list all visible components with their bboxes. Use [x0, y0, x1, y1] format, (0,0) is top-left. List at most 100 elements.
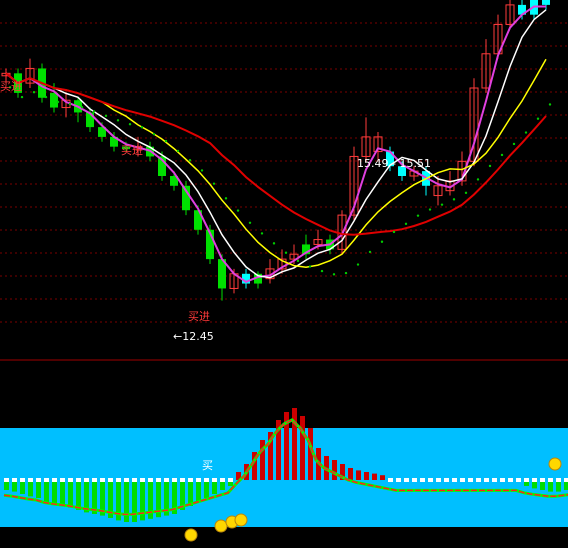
trail-dot	[56, 100, 60, 104]
ma-red-line	[5, 72, 547, 236]
indicator-bar-zero	[476, 478, 481, 482]
trail-dot	[128, 123, 132, 126]
indicator-bar-zero	[532, 478, 537, 482]
indicator-bar-pos	[332, 460, 337, 480]
trail-dot	[200, 169, 204, 172]
indicator-bar-zero	[444, 478, 449, 482]
indicator-bar-zero	[228, 478, 233, 482]
indicator-bar-zero	[412, 478, 417, 482]
buy-label: 买进	[121, 144, 143, 157]
indicator-bar-neg	[20, 482, 25, 494]
trail-dot	[380, 240, 384, 243]
indicator-bar-zero	[188, 478, 193, 482]
indicator-bar-zero	[92, 478, 97, 482]
indicator-bar-zero	[460, 478, 465, 482]
indicator-bar-zero	[172, 478, 177, 482]
trail-dot	[284, 251, 288, 254]
top-left-buy-label: 买进	[0, 80, 22, 93]
ma-magenta-line	[5, 5, 546, 284]
indicator-bar-pos	[380, 475, 385, 480]
indicator-bar-pos	[364, 472, 369, 480]
trail-dot	[140, 126, 144, 129]
low-price-label: ←12.45	[173, 330, 214, 343]
indicator-bar-zero	[148, 478, 153, 482]
indicator-bar-neg	[4, 482, 9, 490]
indicator-bar-zero	[548, 478, 553, 482]
trail-dot	[428, 208, 432, 211]
indicator-bar-pos	[348, 468, 353, 480]
range-label: 15.49 - 15.51	[357, 157, 431, 170]
indicator-bar-neg	[44, 482, 49, 502]
trail-dot	[332, 273, 336, 276]
indicator-bar-neg	[132, 482, 137, 522]
indicator-bar-neg	[548, 482, 553, 492]
indicator-bar-zero	[420, 478, 425, 482]
trail-dot	[356, 263, 360, 266]
indicator-bar-zero	[180, 478, 185, 482]
indicator-bar-neg	[212, 482, 217, 494]
trail-dot	[416, 214, 420, 217]
trail-dot	[104, 114, 108, 118]
indicator-bar-neg	[76, 482, 81, 510]
indicator-bar-zero	[4, 478, 9, 482]
indicator-bar-zero	[436, 478, 441, 482]
indicator-bar-zero	[60, 478, 65, 482]
indicator-bar-pos	[372, 473, 377, 480]
indicator-bar-zero	[204, 478, 209, 482]
trail-dot	[212, 182, 216, 185]
indicator-bar-neg	[12, 482, 17, 492]
indicator-bar-neg	[540, 482, 545, 490]
buy-label-bottom: 买进	[188, 310, 210, 323]
indicator-bar-neg	[68, 482, 73, 508]
trail-dot	[296, 259, 300, 263]
indicator-bar-zero	[220, 478, 225, 482]
indicator-bar-zero	[156, 478, 161, 482]
trail-dot	[464, 191, 468, 195]
indicator-bar-zero	[404, 478, 409, 482]
trail-dot	[176, 149, 180, 153]
indicator-bar-neg	[204, 482, 209, 498]
indicator-bar-zero	[564, 478, 568, 482]
trail-dot	[500, 153, 504, 157]
smiley-icon	[184, 528, 198, 542]
indicator-bar-zero	[508, 478, 513, 482]
indicator-bar-zero	[84, 478, 89, 482]
smiley-icon	[234, 513, 248, 527]
trail-dot	[308, 265, 312, 268]
trail-dot	[92, 110, 96, 113]
indicator-bar-zero	[76, 478, 81, 482]
indicator-bar-pos	[300, 416, 305, 480]
indicator-bar-zero	[44, 478, 49, 482]
ma-white-line	[5, 9, 547, 279]
trail-dot	[164, 139, 168, 143]
trail-dot	[236, 209, 240, 212]
indicator-bar-zero	[164, 478, 169, 482]
indicator-bar-zero	[52, 478, 57, 482]
indicator-bar-zero	[428, 478, 433, 482]
indicator-bar-neg	[228, 482, 233, 486]
trail-dot	[68, 102, 72, 106]
indicator-bar-neg	[28, 482, 33, 497]
indicator-bar-zero	[100, 478, 105, 482]
candlestick-chart[interactable]	[0, 0, 568, 548]
indicator-bar-zero	[524, 478, 529, 482]
trail-dot	[524, 131, 528, 134]
trail-dot	[536, 117, 540, 120]
indicator-bar-zero	[12, 478, 17, 482]
indicator-bar-zero	[68, 478, 73, 482]
indicator-bar-zero	[132, 478, 137, 482]
indicator-bar-neg	[556, 482, 561, 492]
indicator-bar-zero	[516, 478, 521, 482]
indicator-bar-zero	[212, 478, 217, 482]
indicator-bar-neg	[124, 482, 129, 522]
indicator-bar-zero	[468, 478, 473, 482]
trail-dot	[440, 203, 444, 206]
trail-dot	[476, 178, 480, 181]
indicator-bar-zero	[396, 478, 401, 482]
indicator-bar-zero	[124, 478, 129, 482]
candle-body	[542, 0, 550, 5]
indicator-bar-neg	[36, 482, 41, 498]
indicator-bar-zero	[196, 478, 201, 482]
trail-dot	[152, 132, 156, 136]
trail-dot	[512, 142, 516, 146]
